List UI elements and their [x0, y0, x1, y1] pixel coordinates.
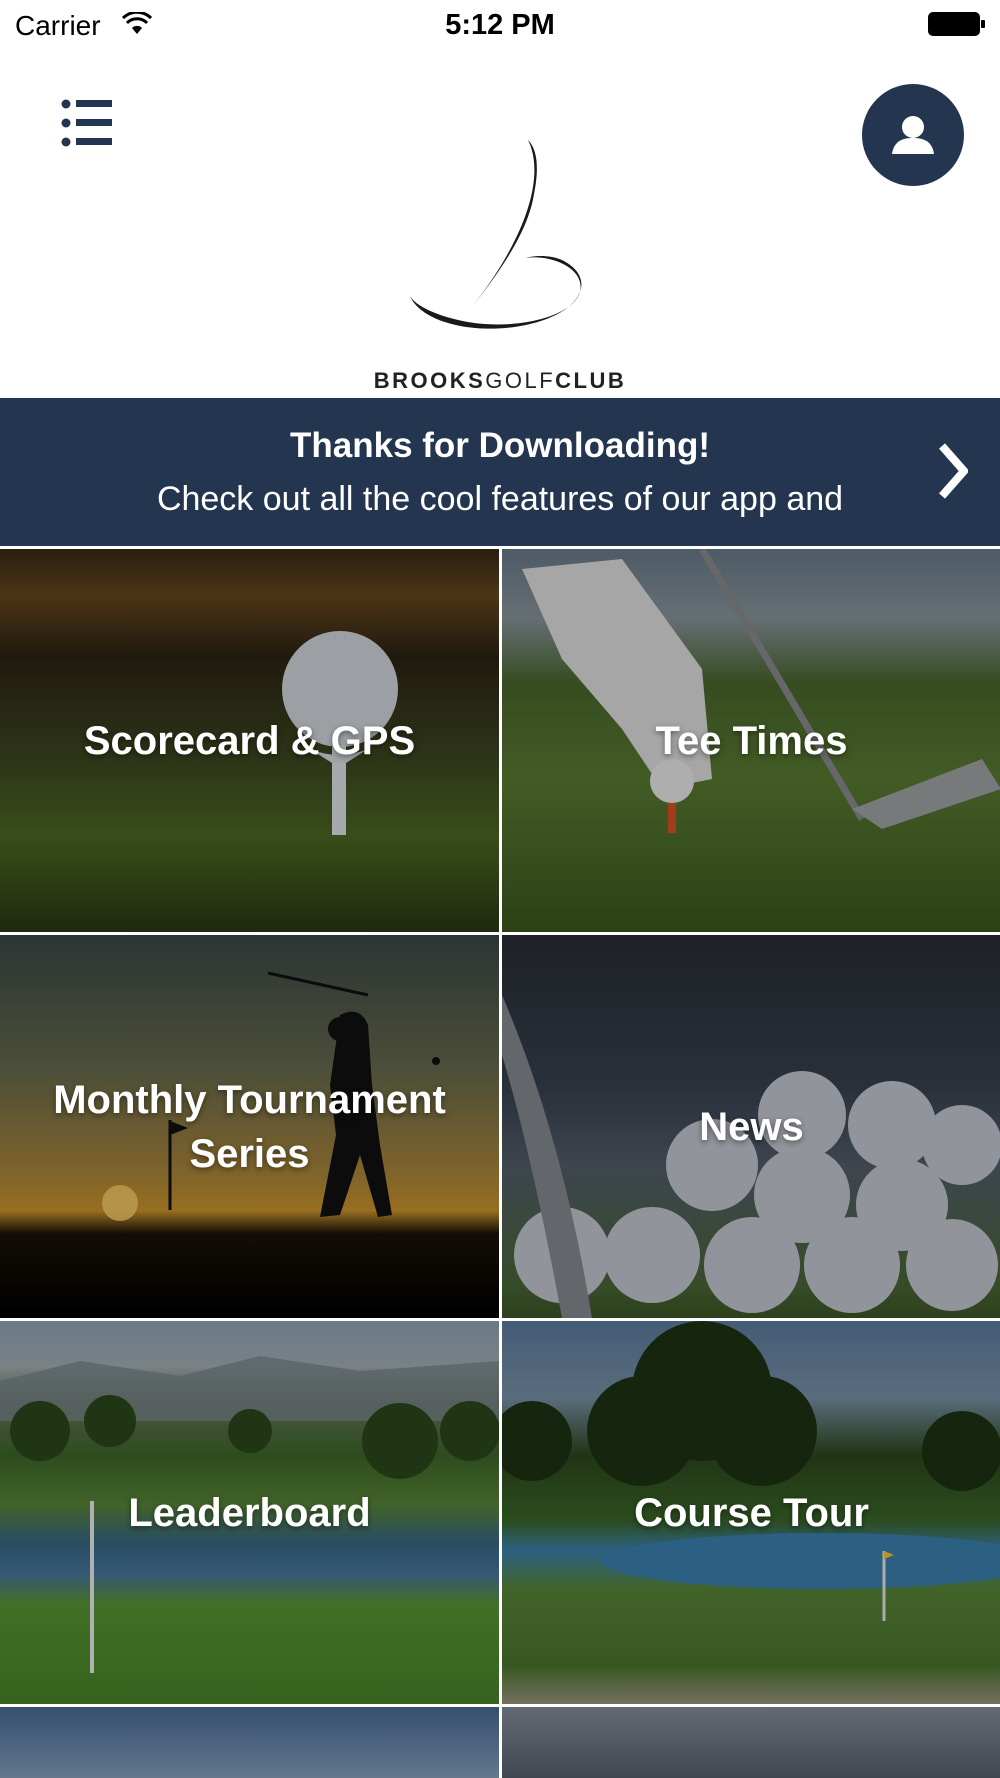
tile-partial-right[interactable]: [502, 1707, 1000, 1778]
tile-tee-times[interactable]: Tee Times: [502, 549, 1000, 932]
profile-button[interactable]: [862, 84, 964, 186]
status-time: 5:12 PM: [445, 9, 555, 41]
tile-label: Leaderboard: [128, 1490, 371, 1535]
list-icon: [61, 99, 112, 147]
tile-course-tour[interactable]: Course Tour: [502, 1321, 1000, 1704]
banner-subtitle: Check out all the cool features of our a…: [156, 480, 844, 518]
tile-leaderboard[interactable]: Leaderboard: [0, 1321, 499, 1704]
welcome-banner[interactable]: Thanks for Downloading! Check out all th…: [0, 398, 1000, 546]
app-header: BROOKSGOLFCLUB: [0, 50, 1000, 398]
user-icon: [892, 116, 934, 154]
tile-partial-left[interactable]: [0, 1707, 499, 1778]
battery-icon: [928, 12, 985, 36]
tile-news[interactable]: News: [502, 935, 1000, 1318]
menu-button[interactable]: [58, 96, 118, 150]
tile-label: Course Tour: [634, 1490, 869, 1535]
tile-scorecard-gps[interactable]: Scorecard & GPS: [0, 549, 499, 932]
status-bar: Carrier 5:12 PM: [0, 0, 1000, 50]
tile-label: Tee Times: [655, 718, 848, 763]
tile-label: Monthly Tournament Series: [53, 1077, 446, 1176]
tile-label: News: [699, 1104, 804, 1149]
chevron-right-icon[interactable]: [938, 442, 968, 500]
tile-monthly-tournament-series[interactable]: Monthly Tournament Series: [0, 935, 499, 1318]
club-logo: BROOKSGOLFCLUB: [350, 92, 650, 393]
tile-label: Scorecard & GPS: [83, 718, 416, 763]
banner-title: Thanks for Downloading!: [290, 426, 710, 465]
logo-mark: [410, 140, 582, 329]
logo-wordmark: BROOKSGOLFCLUB: [373, 368, 627, 393]
